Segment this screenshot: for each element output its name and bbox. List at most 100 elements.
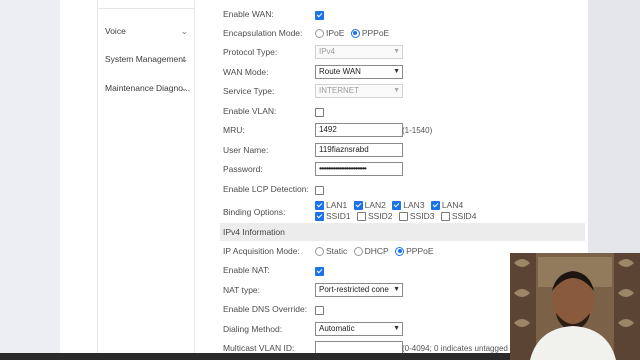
row-service-type: Service Type: INTERNET ▼: [220, 82, 588, 101]
encapsulation-pppoe-option[interactable]: PPPoE: [350, 28, 390, 38]
field-label: Encapsulation Mode:: [223, 28, 303, 38]
section-title: IPv4 Information: [223, 227, 285, 237]
row-enable-lcp-detection: Enable LCP Detection:: [220, 180, 588, 199]
wan-mode-select[interactable]: Route WAN ▼: [315, 65, 403, 79]
field-label: Protocol Type:: [223, 47, 278, 57]
radio-pppoe[interactable]: [350, 28, 360, 38]
enable-vlan-checkbox[interactable]: [315, 108, 324, 118]
enable-nat-checkbox[interactable]: [315, 267, 324, 277]
sidebar-item-label: Maintenance Diagno...: [105, 83, 191, 93]
option-label: PPPoE: [406, 246, 434, 256]
row-enable-wan: Enable WAN:: [220, 5, 588, 24]
ssid1-checkbox[interactable]: [315, 211, 324, 221]
option-label: LAN4: [441, 200, 464, 210]
chevron-down-icon: ▼: [393, 68, 400, 75]
radio-static[interactable]: [315, 246, 324, 256]
lan2-checkbox[interactable]: [353, 200, 363, 210]
field-label: WAN Mode:: [223, 67, 269, 77]
chevron-down-icon: ⌄: [180, 54, 188, 64]
lan3-checkbox[interactable]: [392, 200, 402, 210]
select-value: INTERNET: [319, 86, 359, 95]
option-label: SSID2: [367, 211, 393, 221]
select-value: Automatic: [319, 324, 355, 333]
ssid2-checkbox[interactable]: [356, 211, 366, 221]
row-binding-options: Binding Options: LAN1 LAN2 LAN3 LAN4 SSI…: [220, 198, 588, 222]
binding-lan2[interactable]: LAN2: [353, 200, 386, 210]
binding-lan4[interactable]: LAN4: [430, 200, 464, 210]
enable-wan-checkbox[interactable]: [315, 11, 324, 21]
chevron-down-icon: ▼: [393, 325, 400, 332]
user-name-input[interactable]: 119fiaznsrabd: [315, 143, 403, 157]
lan4-checkbox[interactable]: [430, 200, 440, 210]
option-label: LAN2: [364, 200, 386, 210]
radio-dhcp[interactable]: [353, 246, 363, 256]
field-label: NAT type:: [223, 285, 261, 295]
field-label: Enable LCP Detection:: [223, 184, 309, 194]
select-value: Route WAN: [319, 67, 361, 76]
row-enable-vlan: Enable VLAN:: [220, 102, 588, 121]
field-label: User Name:: [223, 145, 269, 155]
binding-lan-group: LAN1 LAN2 LAN3 LAN4: [315, 200, 467, 212]
service-type-select: INTERNET ▼: [315, 84, 403, 98]
field-label: Enable VLAN:: [223, 106, 277, 116]
field-label: Service Type:: [223, 86, 275, 96]
field-label: Multicast VLAN ID:: [223, 343, 295, 353]
ipv4-information-section-header: IPv4 Information: [220, 223, 585, 241]
password-input[interactable]: ••••••••••••••••••••••••••: [315, 162, 403, 176]
sidebar-item-label: System Management: [105, 54, 186, 64]
mru-range-hint: (1-1540): [402, 126, 433, 135]
option-label: LAN3: [403, 200, 425, 210]
ip-acquisition-pppoe-option[interactable]: PPPoE: [395, 246, 434, 256]
chevron-down-icon: ▼: [393, 286, 400, 293]
nat-type-select[interactable]: Port-restricted cone ▼: [315, 283, 403, 297]
ip-acquisition-dhcp-option[interactable]: DHCP: [353, 246, 389, 256]
row-password: Password: ••••••••••••••••••••••••••: [220, 160, 588, 179]
field-label: Password:: [223, 164, 263, 174]
lan1-checkbox[interactable]: [315, 200, 324, 210]
binding-lan3[interactable]: LAN3: [392, 200, 425, 210]
radio-ipoe[interactable]: [315, 28, 324, 38]
option-label: IPoE: [326, 28, 345, 38]
binding-ssid4[interactable]: SSID4: [440, 211, 477, 221]
chevron-down-icon: ⌄: [180, 83, 188, 93]
binding-lan1[interactable]: LAN1: [315, 200, 347, 210]
ssid3-checkbox[interactable]: [398, 211, 408, 221]
sidebar-item-maintenance-diagnosis[interactable]: Maintenance Diagno... ⌄: [98, 75, 194, 101]
enable-dns-override-checkbox[interactable]: [315, 306, 324, 316]
ip-acquisition-static-option[interactable]: Static: [315, 246, 347, 256]
enable-lcp-checkbox[interactable]: [315, 186, 324, 196]
ssid4-checkbox[interactable]: [440, 211, 450, 221]
presenter-video-image: [510, 253, 640, 360]
field-label: Binding Options:: [223, 207, 286, 217]
mru-input[interactable]: 1492: [315, 123, 403, 137]
dialing-method-select[interactable]: Automatic ▼: [315, 322, 403, 336]
sidebar-item-system-management[interactable]: System Management ⌄: [98, 46, 194, 72]
radio-pppoe[interactable]: [395, 246, 405, 256]
encapsulation-ipoe-option[interactable]: IPoE: [315, 28, 344, 38]
field-label: Enable WAN:: [223, 9, 274, 19]
chevron-down-icon: ⌄: [180, 26, 188, 36]
field-label: Dialing Method:: [223, 324, 283, 334]
row-user-name: User Name: 119fiaznsrabd: [220, 141, 588, 160]
taskbar-strip: [0, 353, 510, 360]
select-value: IPv4: [319, 47, 336, 56]
option-label: SSID4: [451, 211, 477, 221]
option-label: SSID3: [409, 211, 435, 221]
option-label: DHCP: [364, 246, 389, 256]
binding-ssid1[interactable]: SSID1: [315, 211, 351, 221]
multicast-vlan-range-hint: (0-4094; 0 indicates untagged: [402, 344, 508, 353]
sidebar-item-label: Voice: [105, 26, 126, 36]
row-mru: MRU: 1492 (1-1540): [220, 121, 588, 140]
field-label: Enable DNS Override:: [223, 304, 308, 314]
sidebar-item-voice[interactable]: Voice ⌄: [98, 18, 194, 44]
chevron-down-icon: ▼: [393, 48, 400, 55]
chevron-down-icon: ▼: [393, 87, 400, 94]
sidebar-top-divider: [98, 0, 194, 9]
row-encapsulation-mode: Encapsulation Mode: IPoE PPPoE: [220, 24, 588, 43]
binding-ssid3[interactable]: SSID3: [398, 211, 435, 221]
field-label: IP Acquisition Mode:: [223, 246, 300, 256]
binding-ssid2[interactable]: SSID2: [356, 211, 393, 221]
select-value: Port-restricted cone: [319, 285, 389, 294]
option-label: PPPoE: [361, 28, 390, 38]
option-label: Static: [326, 246, 348, 256]
